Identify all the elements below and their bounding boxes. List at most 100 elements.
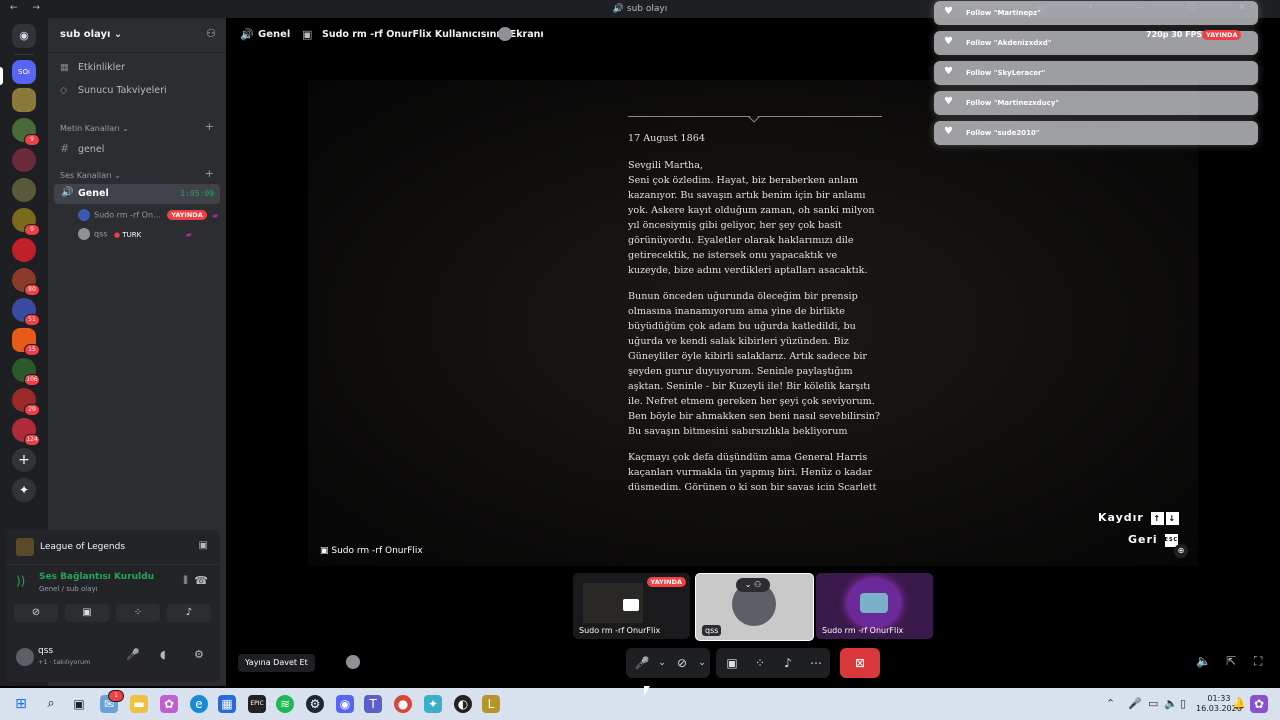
noise-suppression-icon[interactable]: ⦀ [183, 574, 188, 588]
channel-genel[interactable]: # genel [60, 142, 104, 155]
signal-icon[interactable]: )) [16, 574, 25, 588]
steam-icon[interactable]: ⚙ [306, 695, 324, 713]
follow-text: Follow "Akdenizxdxd" [966, 39, 1052, 47]
participant-tile[interactable]: Sudo rm -rf OnurFlix [816, 573, 933, 639]
activities-button[interactable]: ⁘ [116, 604, 160, 622]
league-of-legends-icon[interactable]: L [482, 695, 500, 713]
guild-icon[interactable] [12, 178, 36, 202]
teams-icon[interactable]: T [364, 695, 382, 713]
task-view-icon[interactable]: ▣ [70, 695, 88, 713]
stream-game-icon[interactable]: ▣ [199, 540, 208, 551]
soundboard-button[interactable]: ♪ [167, 604, 211, 622]
discover-icon[interactable]: ✦ [12, 478, 36, 502]
camera-off-button[interactable]: ⊘ [14, 604, 58, 622]
discord-icon[interactable]: ◉ [336, 695, 354, 713]
search-icon[interactable]: ⌕ [42, 695, 60, 713]
sidebar-item-boosts[interactable]: ◇ Sunucu Takviyeleri [60, 85, 167, 96]
volume-icon[interactable]: 🔈 [1164, 697, 1178, 710]
mail-icon[interactable]: ✉ 1 [100, 690, 124, 713]
username[interactable]: qss [38, 646, 53, 656]
guild-icon[interactable]: 51 [12, 298, 40, 326]
chevron-up-icon[interactable]: ⌃ [1106, 697, 1115, 710]
voice-user[interactable]: qss ● TURK ▰ [78, 228, 192, 240]
follow-text: Follow "SkyLeracer" [966, 69, 1046, 77]
user-panel: League of Legends ▣ )) Ses Bağlantısı Ku… [6, 530, 220, 682]
guild-sub-olayi[interactable]: SOı [12, 60, 36, 84]
arrow-up-icon: ↑ [1150, 511, 1164, 525]
tile-menu[interactable]: ⌄ ⚇ [736, 578, 770, 592]
zoom-icon[interactable]: ⊕ [1174, 544, 1188, 558]
guild-icon[interactable] [12, 238, 36, 262]
discord-home-icon[interactable]: ◉ [12, 24, 36, 48]
screen-share-icon[interactable]: ▣ [718, 648, 746, 678]
store-icon[interactable]: ▦ [218, 695, 236, 713]
screen-icon: ▣ [302, 28, 313, 41]
add-server-icon[interactable]: + [12, 448, 36, 472]
header-channel[interactable]: Genel [258, 29, 290, 40]
bell-icon[interactable]: 🔔 [1232, 697, 1246, 710]
guild-icon[interactable]: 106 [12, 358, 40, 386]
server-name: sub olayı [60, 29, 111, 40]
server-header[interactable]: sub olayı ⌄ ⚇ [48, 18, 226, 53]
participant-tile[interactable]: ⌄ ⚇ qss [695, 573, 814, 641]
invite-people-icon[interactable]: ⚇ [206, 27, 216, 40]
avatar[interactable] [16, 648, 34, 666]
copilot-icon[interactable]: ✿ [160, 695, 178, 713]
guild-icon[interactable]: 9 [12, 118, 40, 146]
guild-badge: 51 [24, 314, 40, 326]
guild-icon[interactable]: 15 [12, 328, 40, 356]
guild-icon[interactable]: 29 [12, 388, 40, 416]
more-icon[interactable]: ⋯ [802, 648, 830, 678]
stop-stream-button[interactable]: ⊠ [840, 648, 880, 678]
fullscreen-icon[interactable]: ⛶ [1254, 654, 1262, 669]
chrome-icon[interactable]: ● [394, 695, 412, 713]
guild-icon[interactable]: 80 [12, 268, 40, 296]
soundboard-icon[interactable]: ♪ [774, 648, 802, 678]
guild-badge: 9 [24, 224, 40, 236]
app-icon[interactable]: ◐ [454, 695, 472, 713]
guild-icon[interactable]: 9 [12, 208, 40, 236]
activities-icon[interactable]: ⁘ [746, 648, 774, 678]
sidebar-item-label: Etkinlikler [78, 62, 126, 73]
voice-user[interactable]: Sudo rm -rf On... YAYINDA ▰ [78, 209, 218, 221]
sidebar-item-events[interactable]: ▦ Etkinlikler [60, 62, 125, 73]
connection-location: Genel / sub olayı [39, 585, 98, 593]
invite-to-stream-button[interactable]: Yayına Davet Et [238, 654, 315, 672]
network-icon[interactable]: ▭ [1148, 697, 1158, 710]
add-channel-icon[interactable]: + [205, 167, 214, 180]
guild-icon[interactable]: 124 [12, 418, 40, 446]
stream-video[interactable]: 17 August 1864 Sevgili Martha, Seni çok … [308, 80, 1198, 566]
add-channel-icon[interactable]: + [205, 120, 214, 133]
tile-label: qss [702, 625, 722, 636]
spotify-icon[interactable]: ≋ [276, 695, 294, 713]
gear-icon[interactable]: ⚙ [194, 648, 204, 661]
voice-channel-genel[interactable]: 🔊 Genel 1:05:09 [54, 184, 220, 204]
windows-start-icon[interactable]: ⊞ [12, 695, 30, 713]
chevron-down-icon[interactable]: ⌄ [688, 648, 716, 678]
guild-icon[interactable] [12, 148, 36, 172]
participant-tile[interactable]: YAYINDA Sudo rm -rf OnurFlix [573, 573, 690, 639]
file-explorer-icon[interactable]: ▬ [130, 695, 148, 713]
screen-share-button[interactable]: ▣ [65, 604, 109, 622]
main-stream-view: 🔊 Genel · ▣ Sudo rm -rf OnurFlix Kullanı… [226, 18, 1280, 686]
copilot-icon[interactable]: ✿ [1250, 695, 1268, 713]
headset-icon[interactable]: ◖ [160, 648, 166, 661]
connection-status[interactable]: Ses Bağlantısı Kuruldu [39, 572, 154, 582]
epic-games-icon[interactable]: EPIC [248, 695, 266, 713]
app-icon[interactable]: ✦ [424, 695, 442, 713]
edge-icon[interactable]: e [190, 695, 208, 713]
camera-off-icon: ⊘ [31, 607, 41, 618]
volume-icon[interactable]: 🔈 [1196, 654, 1211, 668]
voice-category[interactable]: Ses Kanalları ⌄ [60, 171, 121, 180]
game-activity[interactable]: League of Legends ▣ [6, 530, 220, 565]
notification-badge: 1 [108, 690, 124, 702]
microphone-icon[interactable]: 🎤 [1128, 697, 1142, 710]
guild-icon[interactable] [12, 88, 36, 112]
battery-icon[interactable]: ▯ [1180, 697, 1186, 710]
avatar[interactable] [346, 655, 360, 669]
popout-icon[interactable]: ⇱ [1226, 654, 1236, 668]
text-category[interactable]: Metin Kanalları ⌄ [60, 124, 129, 133]
activities-icon: ⁘ [133, 607, 143, 618]
microphone-icon[interactable]: 🎤 [126, 648, 140, 661]
disconnect-icon[interactable]: ☎ [194, 574, 208, 587]
